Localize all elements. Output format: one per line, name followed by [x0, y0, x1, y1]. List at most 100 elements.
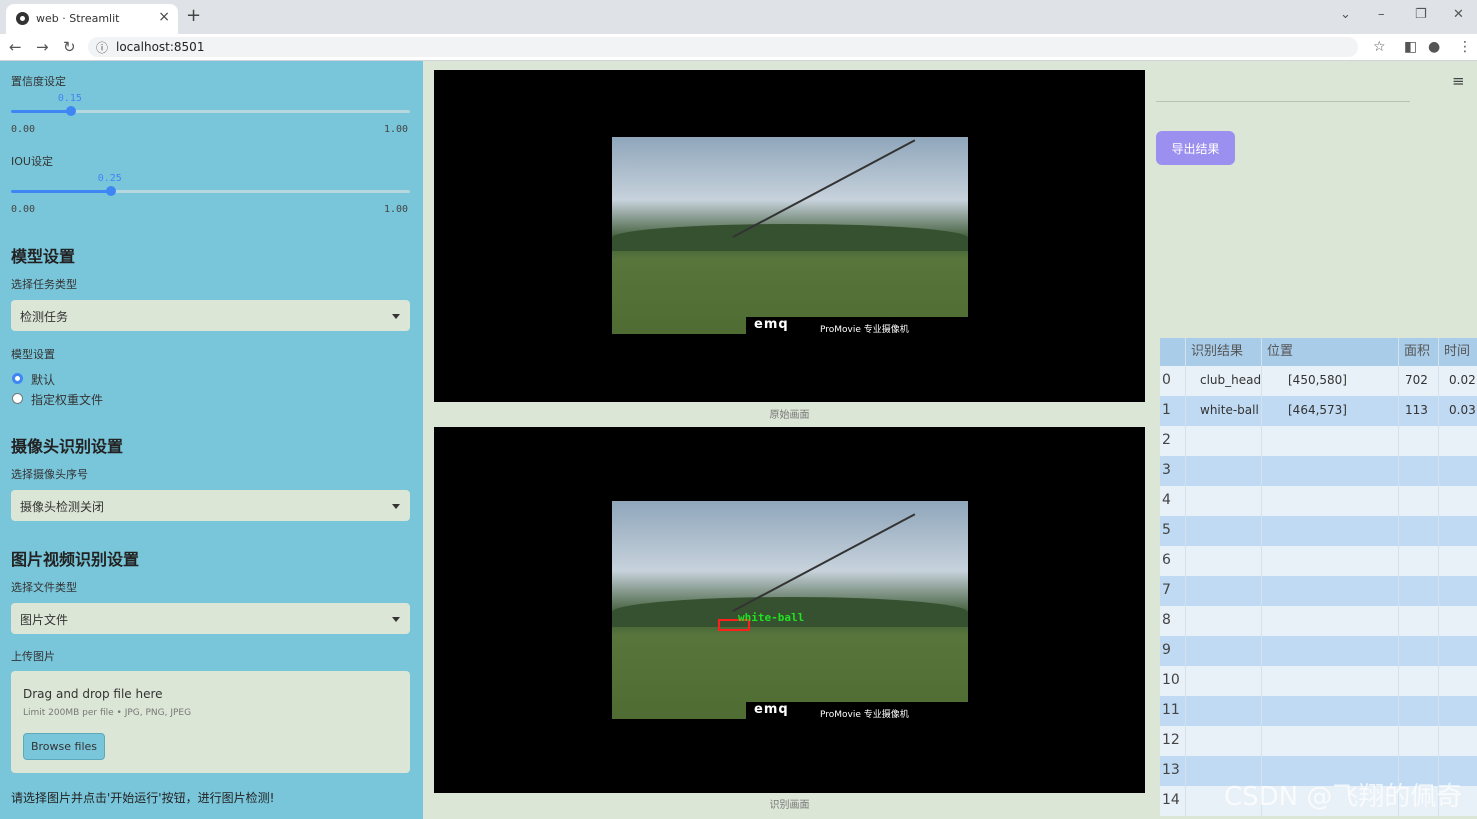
- cell-position[interactable]: [1262, 636, 1399, 666]
- confidence-slider-handle[interactable]: [65, 106, 76, 116]
- column-header-result[interactable]: 识别结果: [1186, 338, 1262, 366]
- row-index[interactable]: 3: [1160, 456, 1186, 486]
- cell-area[interactable]: [1399, 606, 1439, 636]
- confidence-slider[interactable]: [11, 106, 410, 116]
- cell-position[interactable]: [1262, 546, 1399, 576]
- cell-position[interactable]: [1262, 606, 1399, 636]
- tab-search-chevron-icon[interactable]: ⌄: [1340, 7, 1351, 22]
- reload-icon[interactable]: ↻: [63, 38, 76, 56]
- forward-icon[interactable]: →: [36, 38, 49, 56]
- cell-position[interactable]: [1262, 696, 1399, 726]
- cell-result[interactable]: [1186, 696, 1262, 726]
- radio-custom-weights[interactable]: [12, 393, 23, 404]
- row-index[interactable]: 5: [1160, 516, 1186, 546]
- iou-slider[interactable]: [11, 186, 410, 196]
- cell-time[interactable]: [1439, 696, 1477, 726]
- cell-time[interactable]: [1439, 426, 1477, 456]
- cell-time[interactable]: [1439, 606, 1477, 636]
- row-index[interactable]: 0: [1160, 366, 1186, 396]
- cell-position[interactable]: [450,580]: [1262, 366, 1399, 396]
- row-index[interactable]: 13: [1160, 756, 1186, 786]
- cell-position[interactable]: [464,573]: [1262, 396, 1399, 426]
- row-index[interactable]: 9: [1160, 636, 1186, 666]
- file-dropzone[interactable]: Drag and drop file here Limit 200MB per …: [11, 671, 410, 773]
- cell-position[interactable]: [1262, 666, 1399, 696]
- iou-slider-handle[interactable]: [105, 186, 116, 196]
- browser-menu-icon[interactable]: ⋮: [1458, 39, 1472, 55]
- cell-area[interactable]: [1399, 456, 1439, 486]
- close-window-icon[interactable]: ✕: [1453, 7, 1464, 22]
- cell-result[interactable]: [1186, 666, 1262, 696]
- column-header-position[interactable]: 位置: [1262, 338, 1399, 366]
- cell-area[interactable]: [1399, 636, 1439, 666]
- bookmark-star-icon[interactable]: ☆: [1373, 39, 1386, 55]
- cell-area[interactable]: [1399, 546, 1439, 576]
- column-header-area[interactable]: 面积: [1399, 338, 1439, 366]
- cell-area[interactable]: [1399, 696, 1439, 726]
- browser-tab[interactable]: web · Streamlit ×: [6, 4, 178, 34]
- cell-position[interactable]: [1262, 576, 1399, 606]
- radio-default[interactable]: [12, 373, 23, 384]
- task-type-select[interactable]: 检测任务: [11, 300, 410, 331]
- cell-time[interactable]: [1439, 456, 1477, 486]
- row-index[interactable]: 12: [1160, 726, 1186, 756]
- cell-result[interactable]: [1186, 456, 1262, 486]
- side-panel-icon[interactable]: ◧: [1404, 39, 1417, 55]
- cell-time[interactable]: [1439, 636, 1477, 666]
- cell-result[interactable]: [1186, 726, 1262, 756]
- cell-result[interactable]: [1186, 426, 1262, 456]
- hamburger-menu-icon[interactable]: ≡: [1452, 72, 1465, 90]
- site-info-icon[interactable]: ⓘ: [96, 39, 108, 56]
- cell-time[interactable]: [1439, 576, 1477, 606]
- cell-position[interactable]: [1262, 456, 1399, 486]
- back-icon[interactable]: ←: [9, 38, 22, 56]
- camera-select[interactable]: 摄像头检测关闭: [11, 490, 410, 521]
- close-tab-icon[interactable]: ×: [158, 9, 170, 25]
- cell-result[interactable]: [1186, 486, 1262, 516]
- cell-position[interactable]: [1262, 726, 1399, 756]
- row-index[interactable]: 10: [1160, 666, 1186, 696]
- cell-result[interactable]: [1186, 636, 1262, 666]
- cell-area[interactable]: [1399, 726, 1439, 756]
- row-index[interactable]: 14: [1160, 786, 1186, 816]
- cell-area[interactable]: [1399, 666, 1439, 696]
- cell-time[interactable]: 0.02: [1439, 366, 1477, 396]
- cell-time[interactable]: [1439, 666, 1477, 696]
- cell-result[interactable]: [1186, 576, 1262, 606]
- cell-time[interactable]: [1439, 516, 1477, 546]
- minimize-icon[interactable]: –: [1378, 7, 1385, 22]
- cell-result[interactable]: [1186, 606, 1262, 636]
- cell-area[interactable]: [1399, 576, 1439, 606]
- cell-position[interactable]: [1262, 426, 1399, 456]
- cell-time[interactable]: 0.03: [1439, 396, 1477, 426]
- row-index[interactable]: 6: [1160, 546, 1186, 576]
- row-index[interactable]: 8: [1160, 606, 1186, 636]
- cell-time[interactable]: [1439, 726, 1477, 756]
- cell-time[interactable]: [1439, 546, 1477, 576]
- cell-position[interactable]: [1262, 486, 1399, 516]
- cell-area[interactable]: [1399, 486, 1439, 516]
- row-index[interactable]: 7: [1160, 576, 1186, 606]
- profile-avatar-icon[interactable]: ●: [1428, 39, 1440, 55]
- cell-area[interactable]: 702: [1399, 366, 1439, 396]
- browse-files-button[interactable]: Browse files: [23, 733, 105, 760]
- cell-time[interactable]: [1439, 486, 1477, 516]
- cell-result[interactable]: [1186, 546, 1262, 576]
- cell-area[interactable]: [1399, 516, 1439, 546]
- row-index[interactable]: 2: [1160, 426, 1186, 456]
- cell-area[interactable]: [1399, 426, 1439, 456]
- cell-result[interactable]: [1186, 516, 1262, 546]
- cell-result[interactable]: club_head: [1186, 366, 1262, 396]
- row-index[interactable]: 4: [1160, 486, 1186, 516]
- file-type-select[interactable]: 图片文件: [11, 603, 410, 634]
- restore-icon[interactable]: ❐: [1415, 7, 1427, 22]
- cell-position[interactable]: [1262, 516, 1399, 546]
- new-tab-icon[interactable]: +: [186, 5, 201, 26]
- url-field[interactable]: ⓘ localhost:8501: [88, 37, 1358, 57]
- cell-result[interactable]: white-ball: [1186, 396, 1262, 426]
- column-header-time[interactable]: 时间: [1439, 338, 1477, 366]
- row-index[interactable]: 1: [1160, 396, 1186, 426]
- row-index[interactable]: 11: [1160, 696, 1186, 726]
- cell-area[interactable]: 113: [1399, 396, 1439, 426]
- export-results-button[interactable]: 导出结果: [1156, 131, 1235, 165]
